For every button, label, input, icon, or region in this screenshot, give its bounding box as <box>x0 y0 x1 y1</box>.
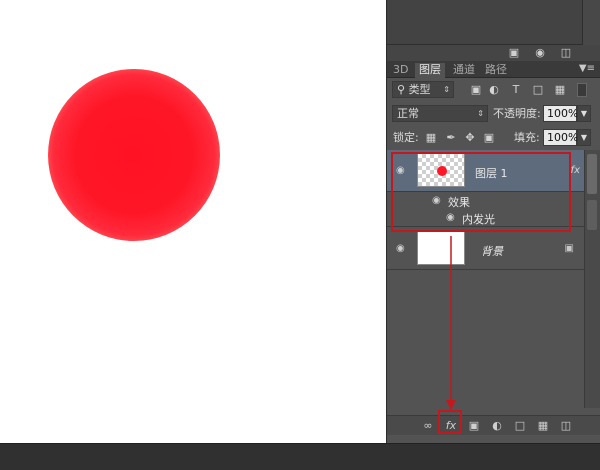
image-filter-icon[interactable]: ▣ <box>469 83 483 97</box>
lock-brush-icon[interactable]: ✒ <box>444 131 458 145</box>
annotation-highlight-layer <box>391 152 571 232</box>
new-adjustment-icon[interactable]: ▣ <box>507 46 521 59</box>
panel-tabs: 3D 图层 通道 路径 ▼≡ <box>387 61 600 78</box>
scrollbar-track-segment <box>587 200 597 230</box>
fx-badge-icon[interactable]: fx <box>571 165 580 176</box>
layers-scrollbar[interactable] <box>584 150 600 408</box>
chevron-updown-icon: ⇕ <box>443 85 450 94</box>
annotation-highlight-fx <box>438 410 462 434</box>
fill-input[interactable]: 100% <box>543 129 578 146</box>
lock-move-icon[interactable]: ✥ <box>463 131 477 145</box>
blend-mode-value: 正常 <box>397 107 419 120</box>
search-icon: ⚲ <box>397 83 409 96</box>
background-thumbnail <box>417 231 465 265</box>
upper-panel-area <box>387 0 583 45</box>
camera-icon[interactable]: ◉ <box>533 46 547 59</box>
layer-name[interactable]: 背景 <box>481 243 503 259</box>
opacity-label: 不透明度: <box>493 107 541 120</box>
filter-kind-select[interactable]: ⚲ 类型 ⇕ <box>392 81 454 98</box>
lock-transparency-icon[interactable]: ▦ <box>424 131 438 145</box>
visibility-eye-icon[interactable]: ◉ <box>396 244 408 254</box>
chevron-updown-icon: ⇕ <box>477 109 484 118</box>
document-canvas[interactable] <box>0 0 386 443</box>
panel-menu-icon[interactable]: ▼≡ <box>579 63 595 74</box>
layers-bottom-bar: ∞ fx ▣ ◐ □ ▦ ◫ <box>387 415 600 435</box>
tab-3d[interactable]: 3D <box>389 63 412 78</box>
filter-row: ⚲ 类型 ⇕ ▣ ◐ T □ ▦ <box>387 80 600 100</box>
filter-toggle[interactable] <box>577 83 587 97</box>
trash-icon[interactable]: ◫ <box>559 419 573 433</box>
upper-panel-scrollbar[interactable] <box>583 0 600 45</box>
lock-all-icon[interactable]: ▣ <box>482 131 496 145</box>
fill-dropdown-button[interactable]: ▼ <box>577 129 591 146</box>
new-layer-icon[interactable]: ▦ <box>536 419 550 433</box>
fill-label: 填充: <box>514 131 540 144</box>
tab-layers[interactable]: 图层 <box>415 63 445 78</box>
red-glow-circle <box>48 69 220 241</box>
trash-icon[interactable]: ◫ <box>559 46 573 59</box>
shape-filter-icon[interactable]: □ <box>531 83 545 97</box>
type-filter-icon[interactable]: T <box>509 83 523 97</box>
lock-icon: ▣ <box>564 243 574 254</box>
upper-toolbar: ▣ ◉ ◫ <box>387 45 600 61</box>
tab-paths[interactable]: 路径 <box>481 63 511 78</box>
opacity-input[interactable]: 100% <box>543 105 578 122</box>
status-bar <box>0 443 600 470</box>
opacity-dropdown-button[interactable]: ▼ <box>577 105 591 122</box>
layer-row-background[interactable]: ◉ 背景 ▣ <box>387 228 584 270</box>
filter-kind-label: 类型 <box>408 83 431 96</box>
link-icon[interactable]: ∞ <box>421 419 435 433</box>
mask-icon[interactable]: ▣ <box>467 419 481 433</box>
blend-mode-select[interactable]: 正常 ⇕ <box>392 105 488 122</box>
blend-row: 正常 ⇕ 不透明度: 100% ▼ <box>387 104 600 123</box>
scrollbar-thumb[interactable] <box>587 154 597 194</box>
smart-object-filter-icon[interactable]: ▦ <box>553 83 567 97</box>
adjustment-filter-icon[interactable]: ◐ <box>487 83 501 97</box>
tab-channels[interactable]: 通道 <box>449 63 479 78</box>
folder-icon[interactable]: □ <box>513 419 527 433</box>
adjustment-icon[interactable]: ◐ <box>490 419 504 433</box>
lock-row: 锁定: ▦ ✒ ✥ ▣ 填充: 100% ▼ <box>387 128 600 147</box>
lock-label: 锁定: <box>393 131 419 144</box>
